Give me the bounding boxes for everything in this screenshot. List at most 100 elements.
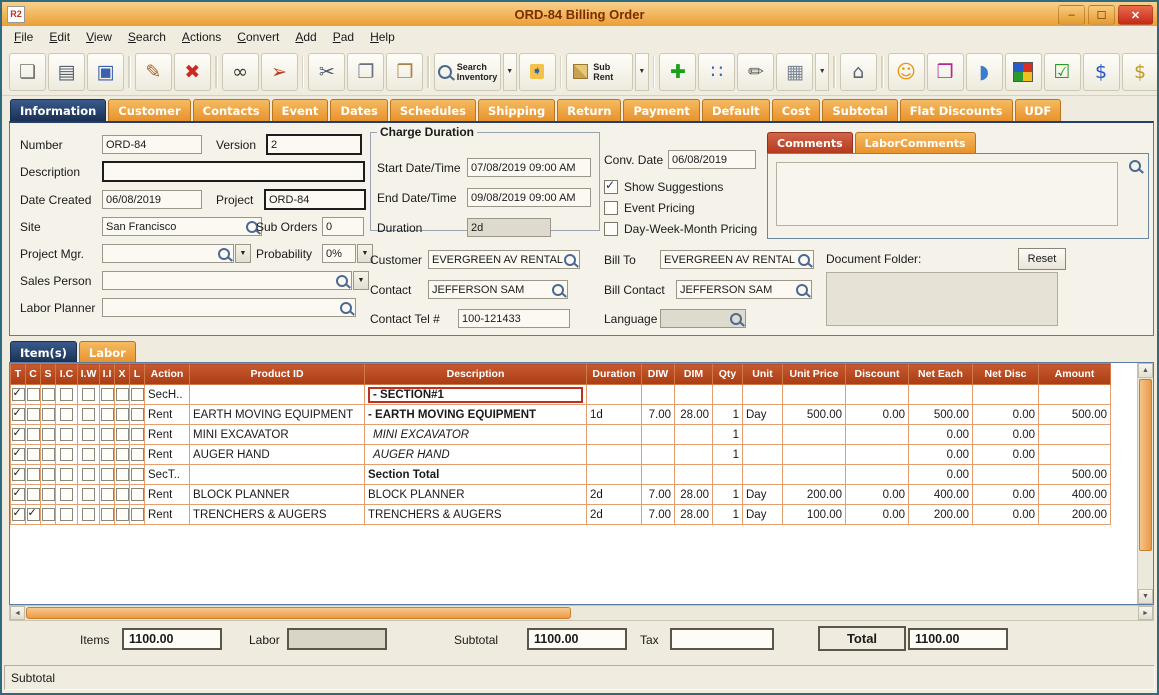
- row-checkbox[interactable]: [130, 385, 145, 405]
- search-icon[interactable]: [340, 302, 352, 314]
- cell-dim[interactable]: [675, 385, 713, 405]
- currency-exchange-icon[interactable]: $: [1083, 53, 1120, 91]
- group-icon[interactable]: ∷: [698, 53, 735, 91]
- cell-product-id[interactable]: AUGER HAND: [190, 445, 365, 465]
- row-checkbox[interactable]: [115, 465, 130, 485]
- column-header-i-i[interactable]: I.I: [100, 364, 115, 385]
- tab-return[interactable]: Return: [557, 99, 621, 121]
- search-icon[interactable]: [796, 284, 808, 296]
- menu-help[interactable]: Help: [362, 28, 403, 46]
- project-mgr-field[interactable]: [102, 244, 234, 263]
- row-checkbox[interactable]: [115, 405, 130, 425]
- cell-diw[interactable]: 7.00: [642, 405, 675, 425]
- tab-cost[interactable]: Cost: [772, 99, 821, 121]
- cell-diw[interactable]: 7.00: [642, 485, 675, 505]
- contact-field[interactable]: JEFFERSON SAM: [428, 280, 568, 299]
- tab-event[interactable]: Event: [272, 99, 329, 121]
- minimize-button[interactable]: –: [1058, 5, 1085, 25]
- cell-description[interactable]: - EARTH MOVING EQUIPMENT: [365, 405, 587, 425]
- start-datetime-field[interactable]: 07/08/2019 09:00 AM: [467, 158, 591, 177]
- tab-item-s[interactable]: Item(s): [10, 341, 77, 363]
- cell-duration[interactable]: [587, 465, 642, 485]
- cell-dim[interactable]: [675, 445, 713, 465]
- horizontal-scroll-thumb[interactable]: [26, 607, 571, 619]
- tab-laborcomments[interactable]: LaborComments: [855, 132, 976, 153]
- column-header-net-disc[interactable]: Net Disc: [973, 364, 1039, 385]
- end-datetime-field[interactable]: 09/08/2019 09:00 AM: [467, 188, 591, 207]
- cell-product-id[interactable]: [190, 385, 365, 405]
- app-icon[interactable]: R2: [7, 6, 25, 23]
- comments-textarea[interactable]: [776, 162, 1118, 226]
- cell-product-id[interactable]: BLOCK PLANNER: [190, 485, 365, 505]
- document-folder-area[interactable]: [826, 272, 1058, 326]
- cell-unit-price[interactable]: [783, 425, 846, 445]
- checklist-icon[interactable]: ☑: [1044, 53, 1081, 91]
- sales-person-field[interactable]: [102, 271, 352, 290]
- search-icon[interactable]: [564, 254, 576, 266]
- search-icon[interactable]: [336, 275, 348, 287]
- column-header-i-w[interactable]: I.W: [78, 364, 100, 385]
- row-checkbox[interactable]: [78, 505, 100, 525]
- cell-description[interactable]: BLOCK PLANNER: [365, 485, 587, 505]
- row-checkbox[interactable]: [78, 445, 100, 465]
- save-icon[interactable]: ▣: [87, 53, 124, 91]
- pen-icon[interactable]: ✎: [135, 53, 172, 91]
- cell-dim[interactable]: [675, 465, 713, 485]
- tab-subtotal[interactable]: Subtotal: [822, 99, 897, 121]
- row-checkbox[interactable]: [56, 465, 78, 485]
- scroll-left-arrow[interactable]: ◄: [10, 606, 25, 620]
- cell-duration[interactable]: 1d: [587, 405, 642, 425]
- conv-date-field[interactable]: 06/08/2019: [668, 150, 756, 169]
- smiley-icon[interactable]: ☺: [888, 53, 925, 91]
- tab-shipping[interactable]: Shipping: [478, 99, 555, 121]
- cell-net-each[interactable]: 0.00: [909, 465, 973, 485]
- row-checkbox[interactable]: [78, 465, 100, 485]
- cell-net-disc[interactable]: 0.00: [973, 425, 1039, 445]
- cell-product-id[interactable]: TRENCHERS & AUGERS: [190, 505, 365, 525]
- menu-convert[interactable]: Convert: [229, 28, 287, 46]
- cell-unit[interactable]: Day: [743, 405, 783, 425]
- cell-qty[interactable]: 1: [713, 445, 743, 465]
- print-icon[interactable]: ▤: [48, 53, 85, 91]
- cell-diw[interactable]: [642, 425, 675, 445]
- cell-qty[interactable]: 1: [713, 485, 743, 505]
- checkbox-show-suggestions[interactable]: Show Suggestions: [604, 180, 757, 194]
- row-checkbox[interactable]: [26, 505, 41, 525]
- row-checkbox[interactable]: [56, 505, 78, 525]
- column-header-c[interactable]: C: [26, 364, 41, 385]
- cell-qty[interactable]: 1: [713, 505, 743, 525]
- row-checkbox[interactable]: [56, 385, 78, 405]
- column-header-net-each[interactable]: Net Each: [909, 364, 973, 385]
- row-checkbox[interactable]: [78, 485, 100, 505]
- cell-product-id[interactable]: MINI EXCAVATOR: [190, 425, 365, 445]
- bill-to-field[interactable]: EVERGREEN AV RENTAL: [660, 250, 814, 269]
- row-checkbox[interactable]: [78, 405, 100, 425]
- column-header-dim[interactable]: DIM: [675, 364, 713, 385]
- column-header-unit-price[interactable]: Unit Price: [783, 364, 846, 385]
- cell-net-each[interactable]: 0.00: [909, 425, 973, 445]
- cell-discount[interactable]: [846, 465, 909, 485]
- row-checkbox[interactable]: [115, 385, 130, 405]
- scroll-down-arrow[interactable]: ▼: [1138, 589, 1153, 604]
- menu-search[interactable]: Search: [120, 28, 174, 46]
- tab-comments[interactable]: Comments: [767, 132, 853, 153]
- cell-action[interactable]: Rent: [145, 445, 190, 465]
- tab-labor[interactable]: Labor: [79, 341, 136, 363]
- cell-amount[interactable]: 500.00: [1039, 465, 1111, 485]
- tab-udf[interactable]: UDF: [1015, 99, 1062, 121]
- cell-net-each[interactable]: 500.00: [909, 405, 973, 425]
- vertical-scrollbar[interactable]: ▲ ▼: [1137, 363, 1153, 604]
- cell-discount[interactable]: [846, 385, 909, 405]
- cell-action[interactable]: Rent: [145, 505, 190, 525]
- tab-flat-discounts[interactable]: Flat Discounts: [900, 99, 1013, 121]
- row-checkbox[interactable]: [26, 465, 41, 485]
- number-field[interactable]: ORD-84: [102, 135, 202, 154]
- fax-machine-icon[interactable]: ⌂: [840, 53, 877, 91]
- row-checkbox[interactable]: [11, 465, 26, 485]
- cell-description[interactable]: AUGER HAND: [365, 445, 587, 465]
- new-document-icon[interactable]: ❏: [9, 53, 46, 91]
- customer-field[interactable]: EVERGREEN AV RENTAL: [428, 250, 580, 269]
- add-icon[interactable]: ✚: [659, 53, 696, 91]
- cell-action[interactable]: Rent: [145, 485, 190, 505]
- column-header-action[interactable]: Action: [145, 364, 190, 385]
